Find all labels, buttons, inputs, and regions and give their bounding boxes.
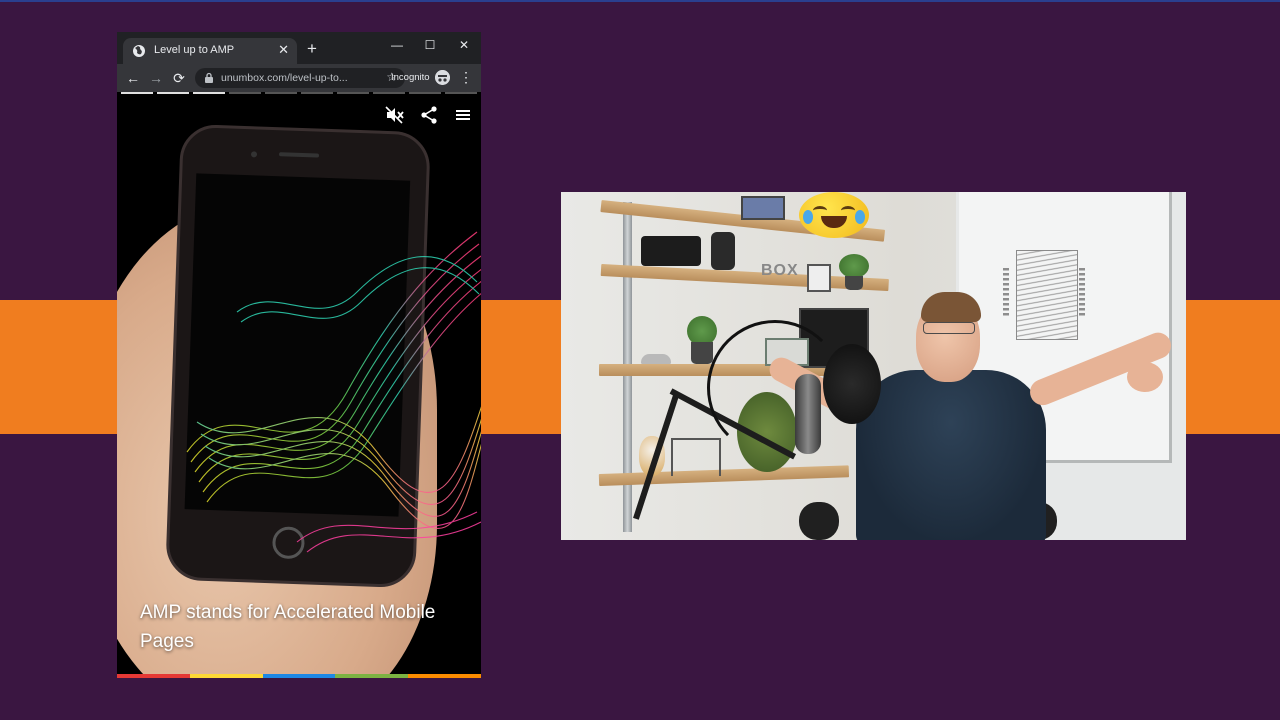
maximize-button[interactable]: ☐: [420, 38, 440, 52]
progress-segment: [229, 92, 261, 94]
laughing-emoji-pillow: [799, 192, 869, 238]
reload-button[interactable]: ⟳: [171, 69, 187, 87]
box-sign: BOX: [761, 262, 799, 279]
color-bar-segment: [117, 674, 190, 678]
new-tab-button[interactable]: +: [307, 40, 317, 57]
story-progress-bar: [121, 92, 477, 94]
whiteboard-sketch: [1016, 250, 1078, 340]
forward-button[interactable]: →: [148, 69, 164, 87]
incognito-label: Incognito: [391, 72, 430, 83]
progress-segment: [337, 92, 369, 94]
mute-icon[interactable]: [383, 104, 405, 126]
menu-icon[interactable]: [452, 104, 474, 126]
progress-segment: [409, 92, 441, 94]
progress-segment: [193, 92, 225, 94]
pop-filter: [823, 344, 881, 424]
share-icon[interactable]: [418, 104, 440, 126]
url-text: unumbox.com/level-up-to...: [221, 72, 348, 84]
progress-segment: [301, 92, 333, 94]
amp-story[interactable]: AMP stands for Accelerated Mobile Pages: [117, 92, 481, 678]
lock-icon: [205, 72, 213, 83]
plant-top: [839, 254, 869, 278]
phone-camera: [250, 151, 258, 158]
incognito-icon[interactable]: [435, 70, 450, 85]
top-rule: [0, 0, 1280, 2]
person-glasses: [923, 322, 975, 334]
progress-segment: [445, 92, 477, 94]
shelf-4: [598, 465, 850, 486]
webcam-video: BOX: [561, 192, 1186, 540]
colorful-mesh-waves: [186, 231, 481, 553]
small-frame: [807, 264, 831, 292]
color-bar-segment: [335, 674, 409, 678]
plant-top-pot: [845, 276, 863, 290]
whiteboard-mark-right: [1079, 268, 1085, 316]
minimize-button[interactable]: —: [387, 38, 407, 52]
progress-segment: [265, 92, 297, 94]
plant-middle-pot: [691, 342, 713, 364]
back-button[interactable]: ←: [125, 69, 141, 87]
camera-on-shelf: [641, 236, 701, 266]
progress-segment: [157, 92, 189, 94]
color-bar-segment: [262, 674, 336, 678]
whiteboard-mark-left: [1003, 268, 1009, 316]
person-hair: [921, 292, 981, 322]
tab-title: Level up to AMP: [154, 44, 235, 56]
browser-titlebar: Level up to AMP ✕ + — ☐ ✕: [117, 32, 481, 64]
browser-window: Level up to AMP ✕ + — ☐ ✕ ← → ⟳ unumbox.…: [117, 32, 481, 678]
newton-cradle: [671, 438, 721, 476]
color-bar-segment: [408, 674, 481, 678]
browser-toolbar: ← → ⟳ unumbox.com/level-up-to... ☆ Incog…: [117, 64, 481, 92]
chair-arm-left: [799, 502, 839, 540]
tab-close-button[interactable]: ✕: [278, 42, 289, 58]
color-bar-segment: [189, 674, 263, 678]
phone-speaker: [278, 152, 320, 158]
progress-segment: [373, 92, 405, 94]
person-right-hand: [1127, 362, 1163, 392]
picture-frame: [741, 196, 785, 220]
person-shirt: [856, 370, 1046, 540]
brand-color-bar: [117, 674, 481, 678]
close-window-button[interactable]: ✕: [454, 38, 474, 52]
camera-grip: [711, 232, 735, 270]
browser-menu-button[interactable]: ⋮: [459, 69, 473, 86]
address-bar[interactable]: unumbox.com/level-up-to... ☆: [195, 68, 405, 88]
globe-icon: [133, 45, 145, 57]
microphone: [795, 374, 821, 454]
browser-tab[interactable]: Level up to AMP ✕: [123, 38, 297, 64]
story-caption: AMP stands for Accelerated Mobile Pages: [140, 602, 436, 652]
smart-speaker: [641, 354, 671, 364]
progress-segment: [121, 92, 153, 94]
